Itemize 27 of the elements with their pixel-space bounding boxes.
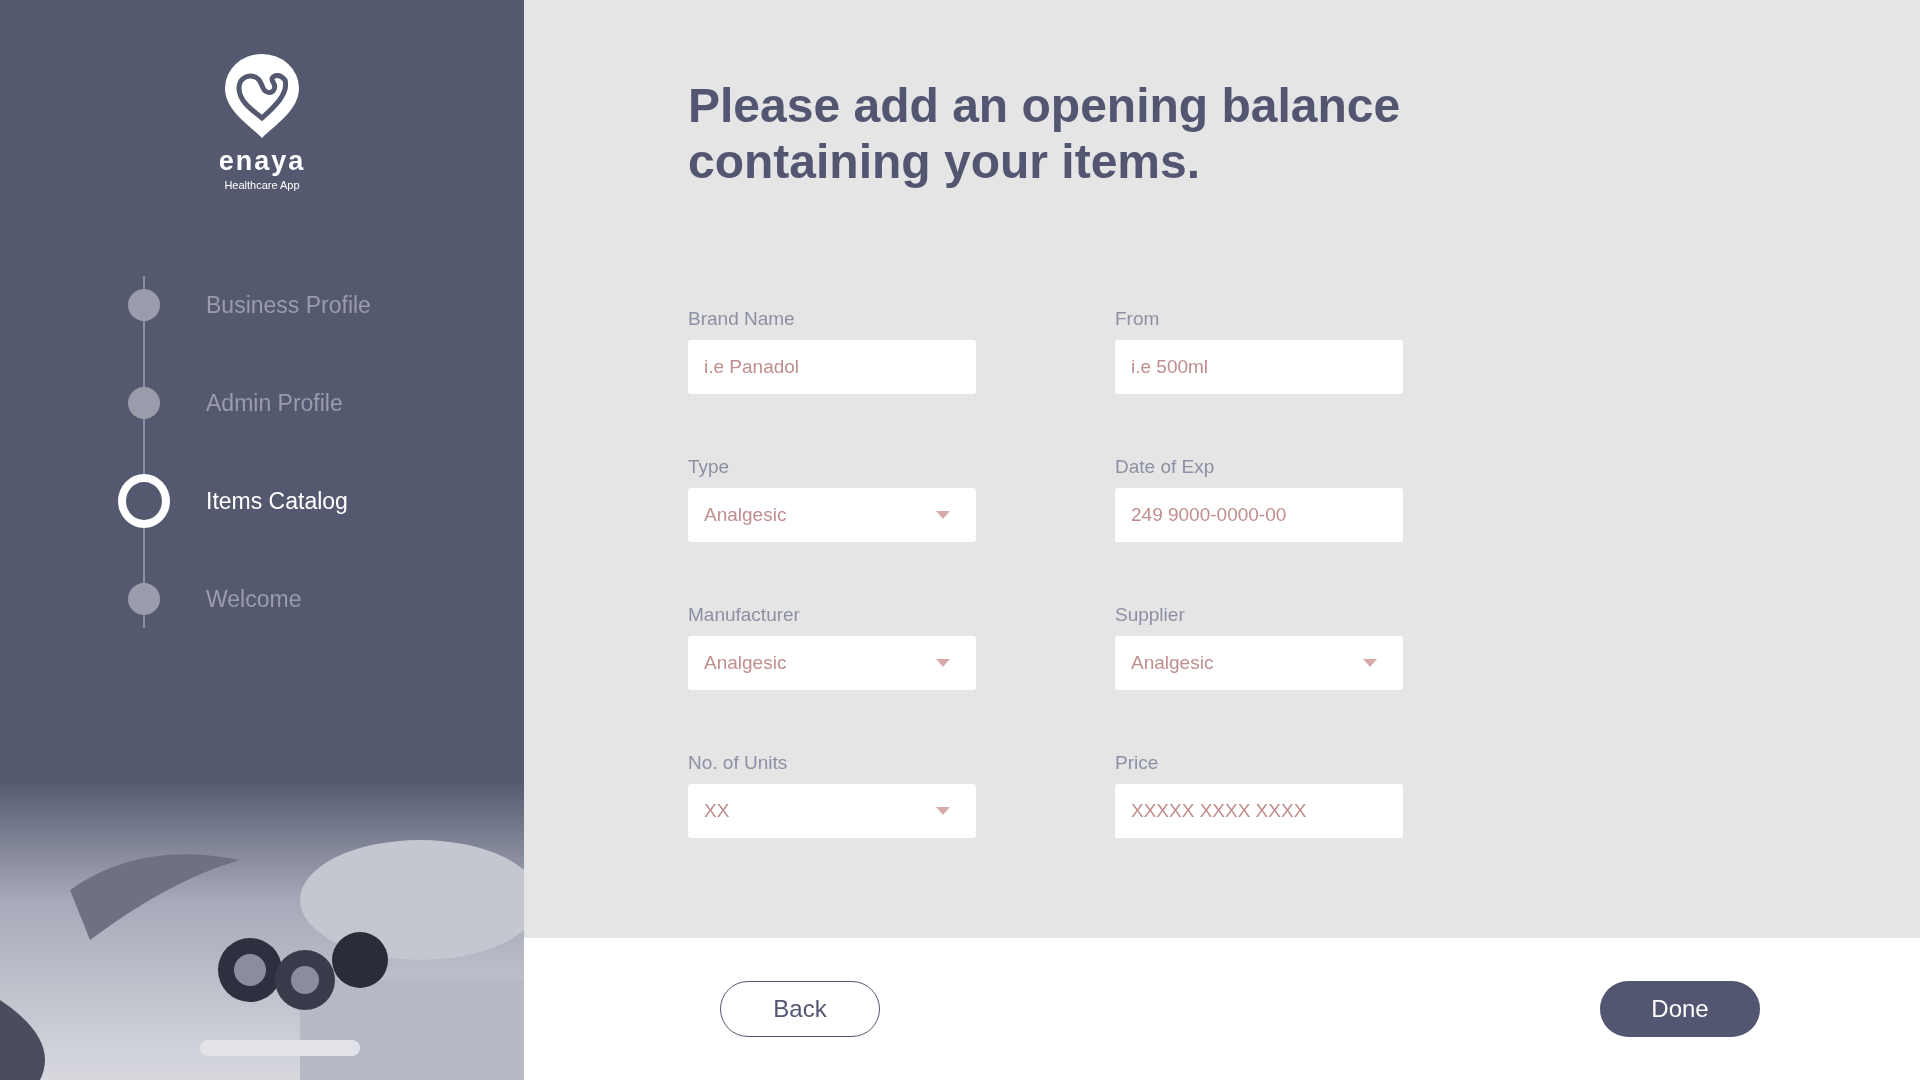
select-field[interactable]: Analgesic [688, 488, 976, 542]
field-label: Type [688, 456, 731, 478]
input-field[interactable]: XXXXX XXXX XXXX [1115, 784, 1403, 838]
caret-icon [936, 659, 950, 667]
brand-tagline: Healthcare App [224, 179, 300, 191]
caret-icon [936, 511, 950, 519]
page-heading: Please add an opening balance containing your items. [688, 78, 1402, 190]
back-button[interactable]: Back [720, 981, 880, 1037]
field-label: From [1115, 308, 1161, 330]
input-field[interactable]: i.e 500ml [1115, 340, 1403, 394]
select-field[interactable]: Analgesic [1115, 636, 1403, 690]
input-field[interactable]: i.e Panadol [688, 340, 976, 394]
caret-icon [936, 807, 950, 815]
field-label: No. of Units [688, 752, 789, 774]
done-button[interactable]: Done [1600, 981, 1760, 1037]
field-label: Supplier [1115, 604, 1186, 626]
field-label: Date of Exp [1115, 456, 1216, 478]
select-field[interactable]: XX [688, 784, 976, 838]
field-label: Price [1115, 752, 1160, 774]
caret-icon [1363, 659, 1377, 667]
select-field[interactable]: Analgesic [688, 636, 976, 690]
step-label[interactable]: Items Catalog [206, 487, 348, 515]
logo-icon [223, 54, 301, 140]
brand-name: enaya [218, 146, 306, 177]
field-label: Brand Name [688, 308, 796, 330]
field-label: Manufacturer [688, 604, 801, 626]
input-field[interactable]: 249 9000-0000-00 [1115, 488, 1403, 542]
